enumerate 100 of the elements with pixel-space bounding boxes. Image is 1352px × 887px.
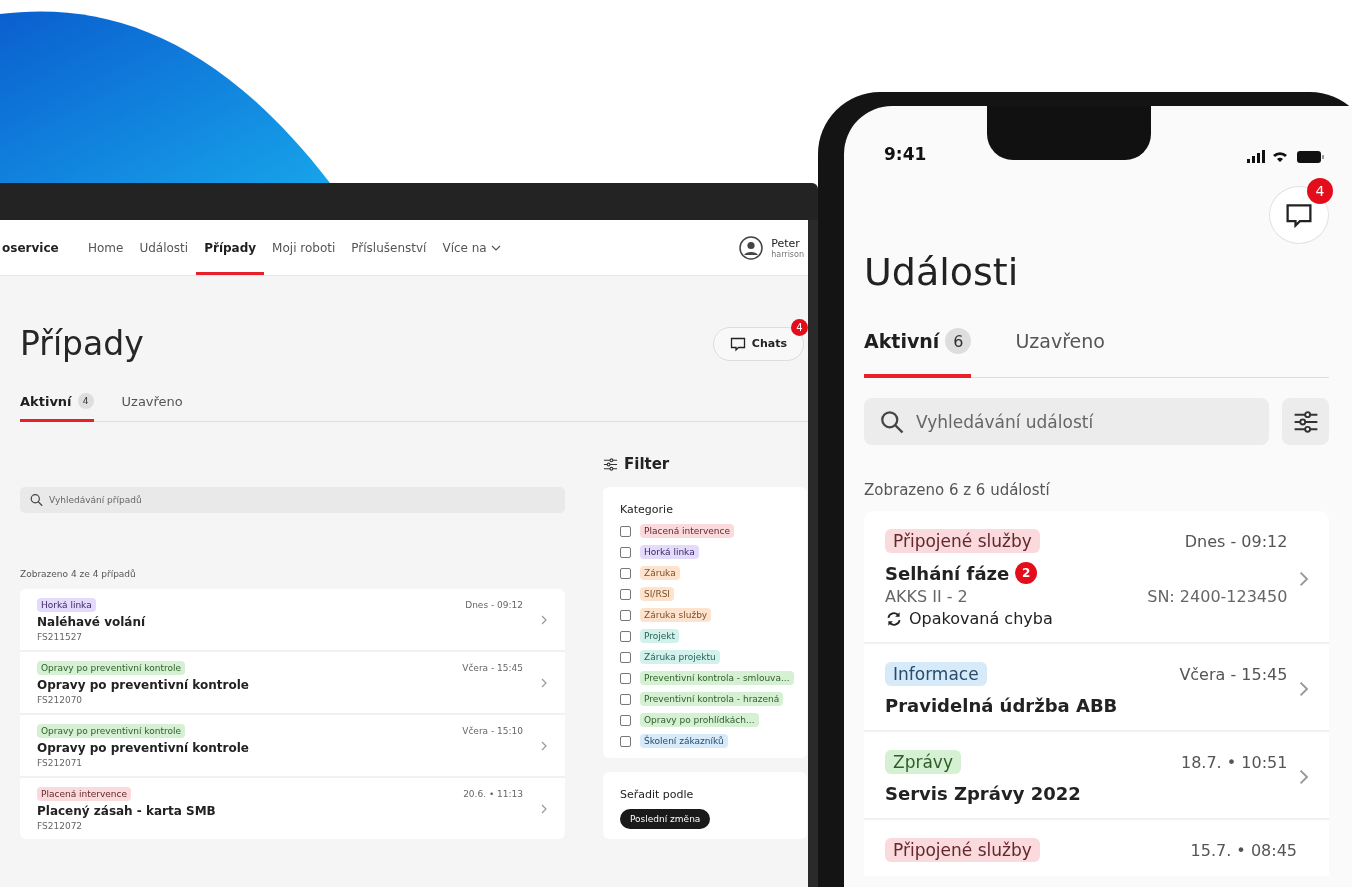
case-title: Opravy po preventivní kontrole (37, 741, 250, 755)
user-email: harrison (771, 249, 804, 259)
count-badge: 6 (945, 328, 972, 354)
chevron-right-icon (541, 741, 547, 751)
event-row[interactable]: Informace Včera - 15:45 Pravidelná údržba ABB (864, 642, 1329, 730)
chevron-right-icon (1299, 769, 1309, 785)
event-row[interactable]: Připojené služby Dnes - 09:12 Selhání fáze 2 AKKS II - 2 SN: 2400-123450 Opakovaná chyba (864, 511, 1329, 642)
event-date: Dnes - 09:12 (1184, 531, 1288, 551)
tab[interactable]: Uzavřeno (1015, 328, 1105, 378)
case-row[interactable]: Placená intervence 20.6. • 11:13 Placený zásah - karta SMB FS212072 (20, 776, 565, 839)
chat-icon (1285, 201, 1313, 229)
panel-heading: Kategorie (620, 503, 674, 516)
nav-link[interactable]: Home (80, 220, 132, 275)
notification-badge: 4 (791, 318, 808, 336)
nav-link[interactable]: Příslušenství (343, 220, 435, 275)
panel-heading: Seřadit podle (620, 788, 695, 801)
notification-badge: 4 (1307, 178, 1333, 204)
checkbox[interactable] (620, 693, 631, 705)
case-title: Placený zásah - karta SMB (37, 804, 217, 818)
category-tag: Zprávy (885, 750, 961, 774)
tab[interactable]: Aktivní 6 (864, 328, 972, 378)
chevron-right-icon (541, 615, 547, 625)
case-row[interactable]: Opravy po preventivní kontrole Včera - 15:45 Opravy po preventivní kontrole FS212070 (20, 650, 565, 713)
category-tag: Opravy po preventivní kontrole (37, 661, 186, 675)
category-tag: Placená intervence (37, 787, 132, 801)
search-field[interactable]: Vyhledávání událostí (864, 398, 1269, 445)
brand-name: oservice (2, 240, 60, 255)
avatar-icon[interactable] (739, 235, 764, 260)
filter-title: Filter (624, 455, 670, 473)
category-tag: Placená intervence (640, 524, 735, 538)
case-id: FS212070 (37, 695, 84, 705)
result-count: Zobrazeno 6 z 6 událostí (864, 481, 1051, 499)
category-tag: Projekt (640, 629, 680, 643)
count-badge: 4 (77, 393, 94, 409)
event-row[interactable]: Zprávy 18.7. • 10:51 Servis Zprávy 2022 (864, 730, 1329, 818)
device-model: AKKS II - 2 (885, 587, 968, 606)
search-icon (880, 409, 904, 434)
case-date: Včera - 15:10 (462, 726, 523, 736)
event-title: Pravidelná údržba ABB (885, 695, 1118, 716)
category-tag: Školení zákazníků (640, 734, 728, 748)
checkbox[interactable] (620, 630, 631, 642)
case-title: Naléhavé volání (37, 615, 147, 629)
user-name: Peter (771, 236, 801, 250)
sliders-icon (603, 456, 618, 472)
event-date: 18.7. • 10:51 (1180, 752, 1288, 772)
notification-badge: 2 (1015, 562, 1038, 584)
search-field[interactable]: Vyhledávání případů (20, 487, 565, 513)
category-tag: Opravy po preventivní kontrole (37, 724, 186, 738)
case-id: FS212071 (37, 758, 84, 768)
tab[interactable]: Aktivní 4 (20, 393, 94, 422)
checkbox[interactable] (620, 588, 631, 600)
category-tag: Horká linka (37, 598, 96, 612)
checkbox[interactable] (620, 567, 631, 579)
checkbox[interactable] (620, 609, 631, 621)
refresh-icon (885, 609, 903, 628)
nav-link[interactable]: Moji roboti (264, 220, 344, 275)
case-date: Dnes - 09:12 (465, 600, 523, 610)
category-tag: Záruka služby (640, 608, 712, 622)
category-tag: Připojené služby (885, 838, 1040, 862)
checkbox[interactable] (620, 672, 631, 684)
category-tag: Záruka projektu (640, 650, 720, 664)
sort-option[interactable]: Poslední změna (620, 809, 711, 829)
tab[interactable]: Uzavřeno (121, 393, 183, 422)
case-row[interactable]: Opravy po preventivní kontrole Včera - 15:10 Opravy po preventivní kontrole FS212071 (20, 713, 565, 776)
search-icon (30, 493, 43, 507)
category-tag: Horká linka (640, 545, 699, 559)
event-date: 15.7. • 08:45 (1190, 840, 1297, 860)
chevron-right-icon (541, 678, 547, 688)
chat-icon (729, 335, 746, 352)
serial-number: SN: 2400-123450 (1147, 587, 1288, 606)
case-date: 20.6. • 11:13 (463, 789, 523, 799)
result-count: Zobrazeno 4 ze 4 případů (20, 569, 137, 579)
chevron-down-icon (490, 244, 501, 251)
category-tag: Preventivní kontrola - smlouva... (640, 671, 794, 685)
checkbox[interactable] (620, 714, 631, 726)
nav-link[interactable]: Více na (434, 220, 509, 275)
filter-button[interactable] (1282, 398, 1329, 445)
event-title: Servis Zprávy 2022 (885, 783, 1081, 804)
chevron-right-icon (1299, 681, 1309, 697)
chevron-right-icon (541, 804, 547, 814)
checkbox[interactable] (620, 735, 631, 747)
category-tag: SI/RSI (640, 587, 675, 601)
nav-link[interactable]: Případy (196, 220, 265, 275)
chevron-right-icon (1299, 570, 1309, 587)
event-row[interactable]: Připojené služby 15.7. • 08:45 (864, 818, 1329, 876)
event-title: Selhání fáze (885, 562, 1010, 584)
case-date: Včera - 15:45 (462, 663, 523, 673)
category-tag: Záruka (640, 566, 680, 580)
status-time: 9:41 (884, 144, 927, 164)
checkbox[interactable] (620, 651, 631, 663)
category-tag: Informace (885, 662, 987, 686)
event-date: Včera - 15:45 (1179, 664, 1288, 684)
checkbox[interactable] (620, 525, 631, 537)
category-tag: Preventivní kontrola - hrazená (640, 692, 784, 706)
case-row[interactable]: Horká linka Dnes - 09:12 Naléhavé volání FS211527 (20, 589, 565, 650)
page-title: Případy (20, 324, 144, 363)
nav-link[interactable]: Události (131, 220, 197, 275)
page-title: Události (864, 250, 1020, 294)
checkbox[interactable] (620, 546, 631, 558)
case-id: FS211527 (37, 632, 84, 642)
